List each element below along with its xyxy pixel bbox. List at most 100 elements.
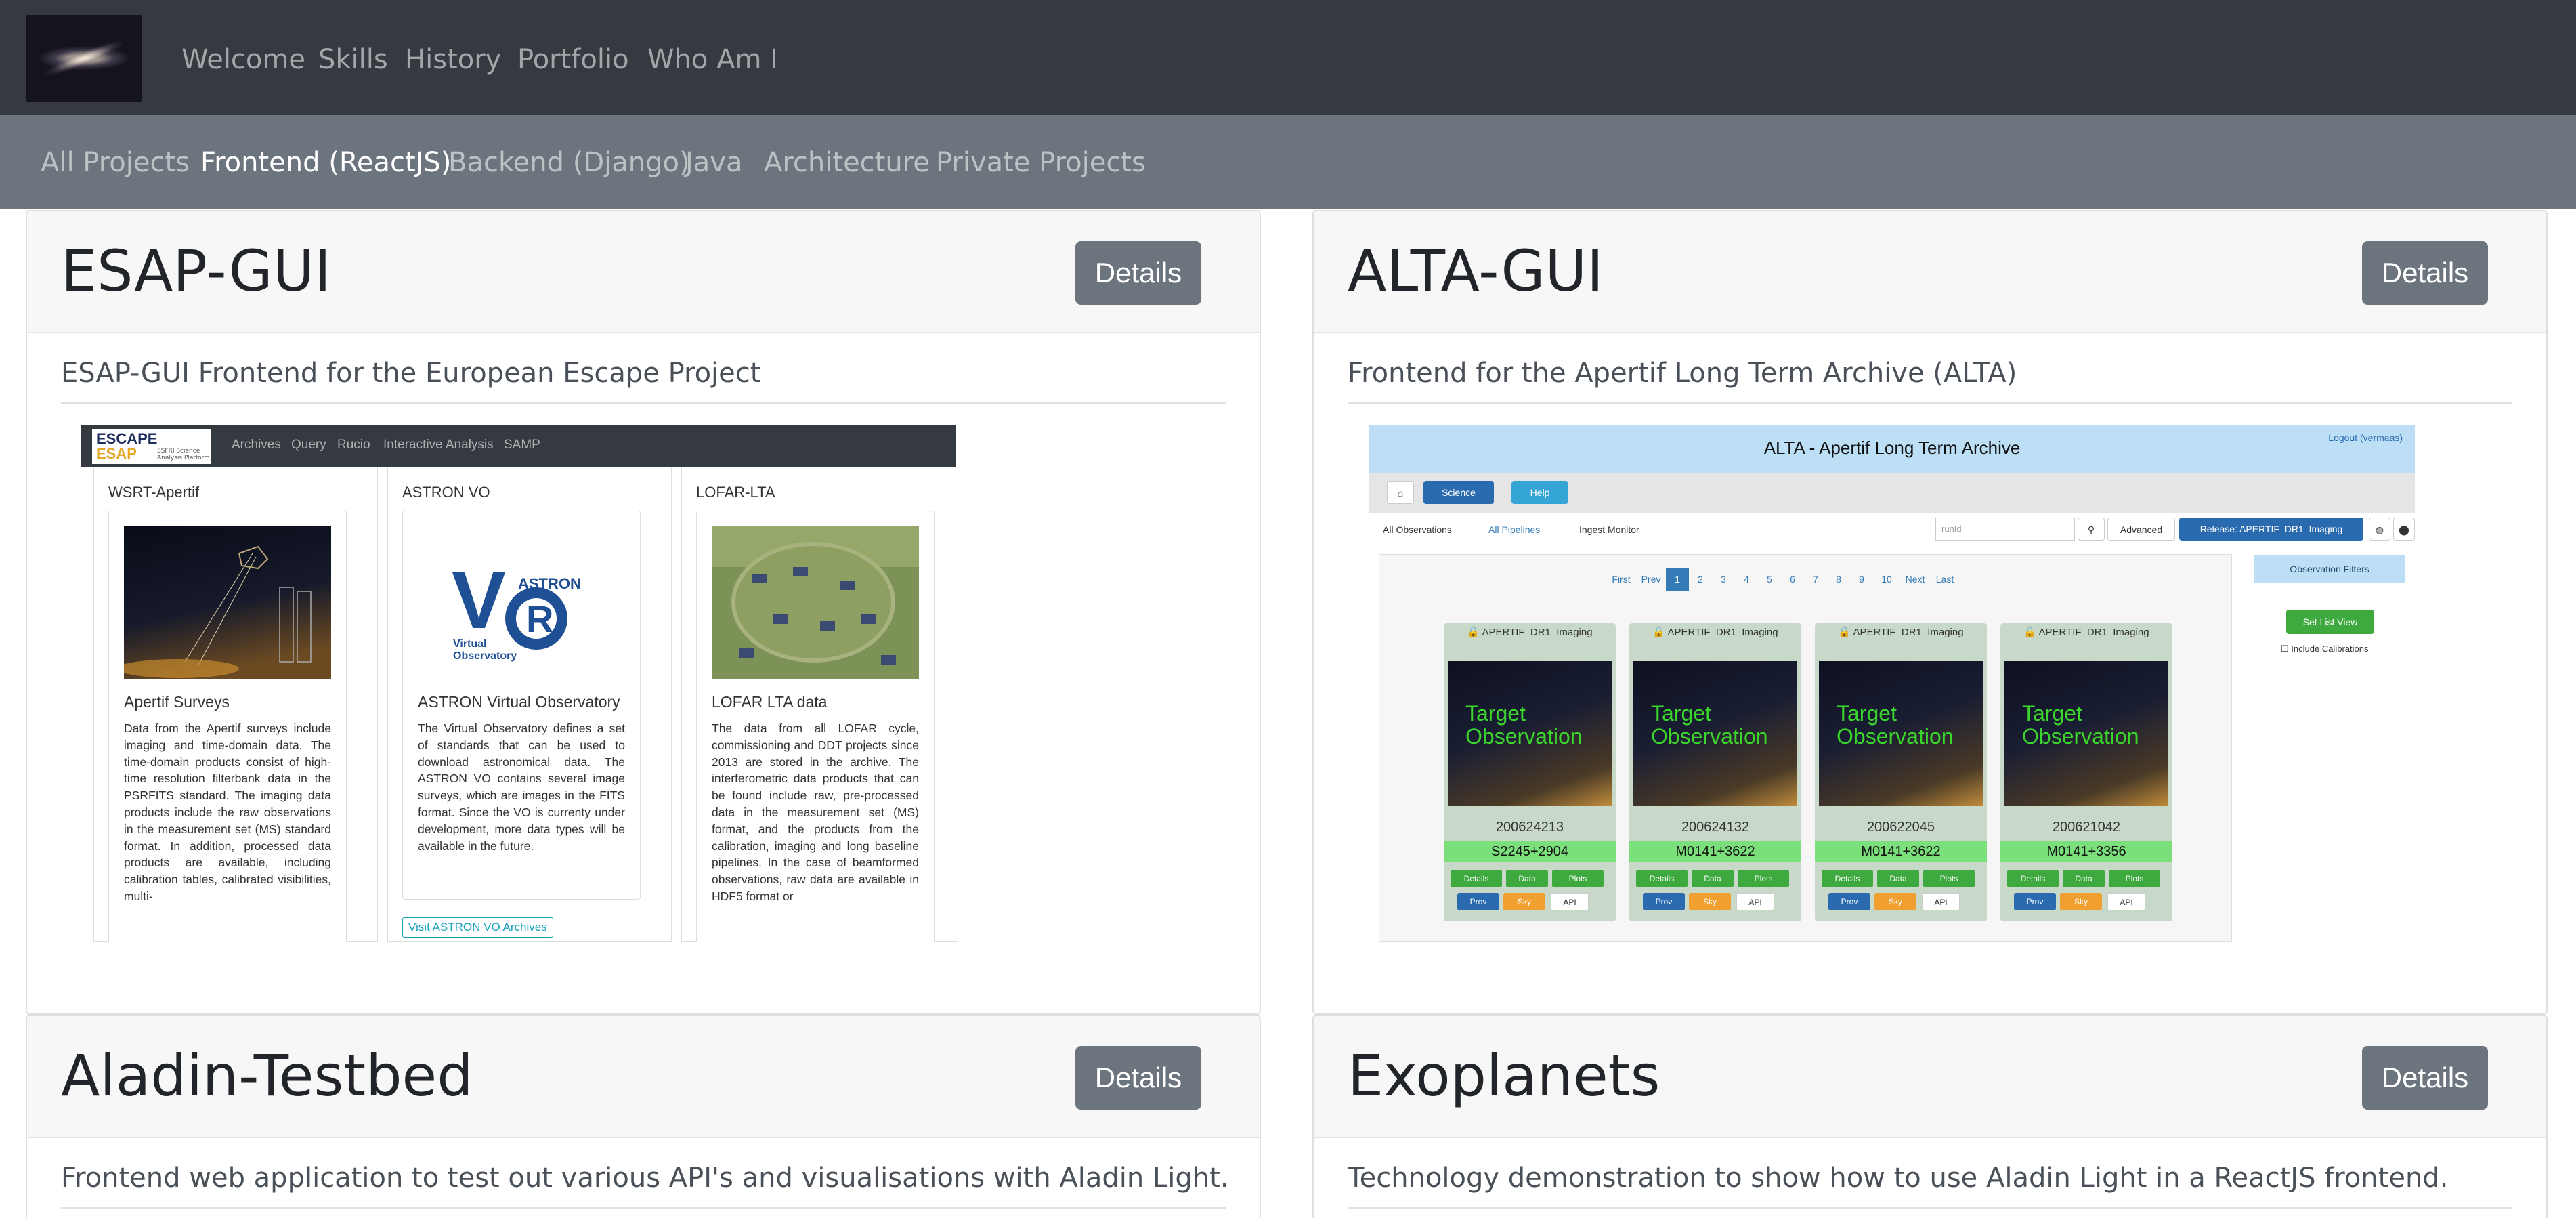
- observation-thumbnail[interactable]: Target Observation: [2004, 661, 2168, 806]
- project-card-exoplanets: Exoplanets Details Technology demonstrat…: [1312, 1015, 2548, 1218]
- observation-thumbnail-text: Target Observation: [1837, 701, 1954, 749]
- nav-who-am-i[interactable]: Who Am I: [647, 43, 778, 76]
- observation-thumbnail[interactable]: Target Observation: [1633, 661, 1797, 806]
- alta-set-list-view-button[interactable]: Set List View: [2286, 610, 2374, 634]
- observation-details-button[interactable]: Details: [1822, 870, 1873, 887]
- subnav-java[interactable]: Java: [685, 146, 743, 179]
- alta-page-8[interactable]: 7: [1804, 568, 1827, 591]
- observation-prov-button[interactable]: Prov: [1457, 893, 1499, 910]
- observation-sky-button[interactable]: Sky: [1874, 893, 1916, 910]
- esap-nav-archives[interactable]: Archives: [232, 438, 281, 453]
- observation-sky-button[interactable]: Sky: [1689, 893, 1731, 910]
- include-calibrations-label: Include Calibrations: [2291, 644, 2369, 654]
- alta-page-6[interactable]: 5: [1758, 568, 1781, 591]
- nav-welcome[interactable]: Welcome: [181, 43, 305, 76]
- esap-screenshot: ESCAPE ESAP ESFRI Science Analysis Platf…: [81, 425, 958, 942]
- alta-release-dropdown[interactable]: Release: APERTIF_DR1_Imaging: [2179, 518, 2363, 541]
- observation-plots-button[interactable]: Plots: [2109, 870, 2160, 887]
- esap-nav-interactive-analysis[interactable]: Interactive Analysis: [383, 438, 494, 453]
- observation-sky-button[interactable]: Sky: [2060, 893, 2102, 910]
- card-description: Technology demonstration to show how to …: [1348, 1162, 2449, 1194]
- alta-tab-ingest-monitor[interactable]: Ingest Monitor: [1579, 524, 1639, 535]
- alta-page-9[interactable]: 8: [1827, 568, 1850, 591]
- observation-prov-button[interactable]: Prov: [2014, 893, 2056, 910]
- esap-nav-samp[interactable]: SAMP: [504, 438, 540, 453]
- alta-search-input[interactable]: runId: [1935, 518, 2075, 541]
- observation-plots-button[interactable]: Plots: [1738, 870, 1789, 887]
- visit-astron-vo-link[interactable]: Visit ASTRON VO Archives: [402, 917, 553, 938]
- alta-page-1[interactable]: Prev: [1636, 568, 1666, 591]
- observation-prov-button[interactable]: Prov: [1828, 893, 1870, 910]
- pin-icon[interactable]: ⬤: [2393, 518, 2415, 541]
- alta-help-button[interactable]: Help: [1511, 481, 1568, 504]
- home-icon[interactable]: ⌂: [1387, 481, 1414, 504]
- top-navbar: Welcome Skills History Portfolio Who Am …: [0, 0, 2576, 115]
- observation-details-button[interactable]: Details: [1451, 870, 1502, 887]
- divider: [1348, 1207, 2512, 1209]
- details-button[interactable]: Details: [2362, 241, 2488, 305]
- observation-release-label: APERTIF_DR1_Imaging: [1482, 627, 1593, 638]
- esap-nav-rucio[interactable]: Rucio: [337, 438, 370, 453]
- alta-logout-link[interactable]: Logout (vermaas): [2328, 432, 2403, 443]
- observation-api-button[interactable]: API: [1736, 893, 1774, 910]
- subnav-private-projects[interactable]: Private Projects: [936, 146, 1146, 179]
- details-button[interactable]: Details: [1075, 1046, 1201, 1110]
- alta-page-4[interactable]: 3: [1712, 568, 1735, 591]
- observation-api-button[interactable]: API: [1551, 893, 1589, 910]
- nav-skills[interactable]: Skills: [318, 43, 388, 76]
- astron-logo-text: ASTRON: [518, 575, 581, 592]
- observation-data-button[interactable]: Data: [1692, 870, 1734, 887]
- observation-prov-button[interactable]: Prov: [1643, 893, 1685, 910]
- alta-advanced-button[interactable]: Advanced: [2107, 518, 2175, 541]
- details-button[interactable]: Details: [2362, 1046, 2488, 1110]
- esap-nav-query[interactable]: Query: [291, 438, 326, 453]
- galaxy-logo[interactable]: [26, 15, 142, 102]
- alta-science-button[interactable]: Science: [1423, 481, 1494, 504]
- observation-plots-button[interactable]: Plots: [1923, 870, 1975, 887]
- observation-data-button[interactable]: Data: [2063, 870, 2105, 887]
- nav-history[interactable]: History: [405, 43, 501, 76]
- subnav-backend[interactable]: Backend (Django): [448, 146, 690, 179]
- alta-page-7[interactable]: 6: [1781, 568, 1804, 591]
- card-header: ALTA-GUI Details: [1314, 211, 2546, 333]
- alta-page-3[interactable]: 2: [1689, 568, 1712, 591]
- card-description: ESAP-GUI Frontend for the European Escap…: [61, 358, 761, 389]
- observation-thumbnail-text: Target Observation: [1465, 701, 1583, 749]
- observation-api-button[interactable]: API: [2107, 893, 2145, 910]
- archive-title: ASTRON Virtual Observatory: [418, 693, 620, 711]
- subnav-all-projects[interactable]: All Projects: [41, 146, 190, 179]
- observation-plots-button[interactable]: Plots: [1552, 870, 1604, 887]
- alta-page-0[interactable]: First: [1606, 568, 1636, 591]
- observation-api-button[interactable]: API: [1922, 893, 1960, 910]
- observation-release: 🔓 APERTIF_DR1_Imaging: [2023, 627, 2149, 638]
- observation-details-button[interactable]: Details: [1636, 870, 1688, 887]
- escape-logo: ESCAPE ESAP ESFRI Science Analysis Platf…: [92, 429, 211, 464]
- alta-page-5[interactable]: 4: [1735, 568, 1758, 591]
- alta-page-13[interactable]: Last: [1930, 568, 1960, 591]
- search-icon[interactable]: ⚲: [2078, 518, 2105, 541]
- archive-title: LOFAR LTA data: [712, 693, 828, 711]
- alta-tab-all-pipelines[interactable]: All Pipelines: [1488, 524, 1540, 535]
- observation-thumbnail[interactable]: Target Observation: [1448, 661, 1612, 806]
- observation-details-button[interactable]: Details: [2007, 870, 2059, 887]
- subnav-frontend[interactable]: Frontend (ReactJS): [200, 146, 451, 179]
- subnav-architecture[interactable]: Architecture: [764, 146, 930, 179]
- card-title: Aladin-Testbed: [61, 1043, 473, 1109]
- alta-page-10[interactable]: 9: [1850, 568, 1873, 591]
- details-button[interactable]: Details: [1075, 241, 1201, 305]
- observation-name: M0141+3622: [1815, 841, 1987, 862]
- nav-portfolio[interactable]: Portfolio: [517, 43, 629, 76]
- alta-observation-card: 🔓 APERTIF_DR1_Imaging Target Observation 2…: [1629, 623, 1801, 921]
- alta-include-calibrations-checkbox[interactable]: ☐ Include Calibrations: [2281, 644, 2368, 654]
- observation-data-button[interactable]: Data: [1506, 870, 1548, 887]
- alta-page-12[interactable]: Next: [1900, 568, 1930, 591]
- alta-tab-all-observations[interactable]: All Observations: [1383, 524, 1452, 535]
- observation-sky-button[interactable]: Sky: [1503, 893, 1545, 910]
- observation-thumbnail[interactable]: Target Observation: [1819, 661, 1983, 806]
- divider: [1348, 402, 2512, 404]
- observation-data-button[interactable]: Data: [1877, 870, 1919, 887]
- alta-page-11[interactable]: 10: [1873, 568, 1900, 591]
- globe-icon[interactable]: ◍: [2369, 518, 2390, 541]
- alta-page-2[interactable]: 1: [1666, 568, 1689, 591]
- divider: [61, 1207, 1226, 1209]
